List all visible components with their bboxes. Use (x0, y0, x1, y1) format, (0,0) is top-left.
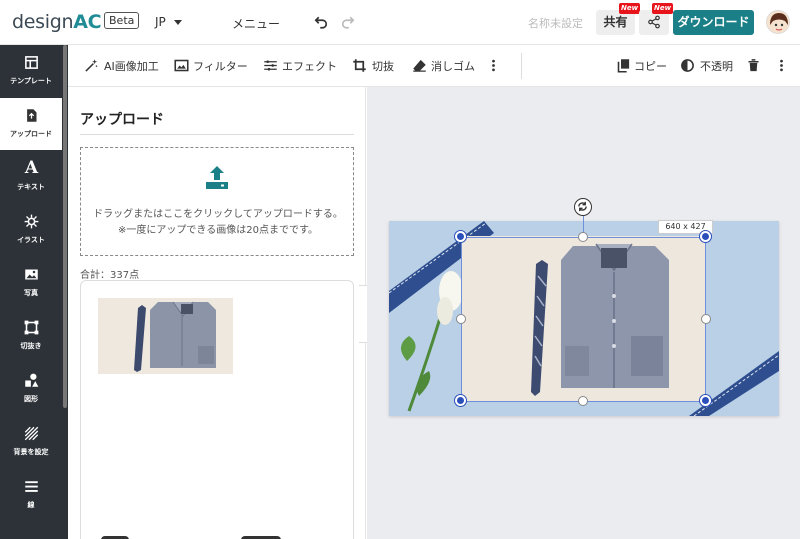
sidebar-item-label: イラスト (17, 236, 45, 244)
sidebar-item-illustration[interactable]: イラスト (0, 204, 62, 256)
resize-handle-top-right[interactable] (700, 231, 711, 242)
magic-wand-icon[interactable] (84, 58, 99, 73)
sidebar-item-label: 切抜き (20, 342, 42, 350)
copy-icon[interactable] (616, 58, 631, 73)
upload-icon (206, 166, 228, 189)
resize-handle-top-left[interactable] (455, 231, 466, 242)
sliders-icon[interactable] (263, 58, 278, 73)
upload-panel: アップロード ドラッグまたはここをクリックしてアップロードする。※一度にアップで… (68, 87, 366, 539)
language-selector[interactable]: JP (155, 15, 166, 29)
illustration-icon (24, 214, 39, 229)
sidebar-scrollbar[interactable] (63, 45, 67, 408)
sidebar-item-background[interactable]: 背景を設定 (0, 416, 62, 468)
rotate-icon (578, 201, 587, 212)
panel-title: アップロード (80, 112, 164, 128)
document-name[interactable]: 名称未設定 (528, 15, 583, 31)
resize-handle-right[interactable] (701, 314, 711, 324)
sidebar-item-crop-frame[interactable]: 切抜き (0, 310, 62, 362)
uploaded-images-gallery (80, 280, 354, 539)
sidebar-item-label: テンプレート (10, 77, 52, 85)
background-icon (24, 426, 39, 441)
template-icon (25, 56, 38, 69)
new-badge: New (619, 3, 641, 14)
sidebar-item-label: アップロード (10, 130, 52, 138)
opacity-button[interactable]: 不透明 (700, 58, 733, 74)
sidebar-item-label: 写真 (24, 289, 38, 297)
sidebar-item-label: テキスト (17, 183, 45, 191)
dropzone-instructions: ドラッグまたはここをクリックしてアップロードする。※一度にアップできる画像は20… (93, 209, 343, 236)
more-vert-icon[interactable] (486, 58, 501, 73)
redo-icon[interactable] (339, 12, 357, 30)
text-icon: A (24, 158, 39, 178)
sidebar-item-shapes[interactable]: 図形 (0, 363, 62, 415)
sidebar-item-photo[interactable]: 写真 (0, 257, 62, 309)
image-filter-icon[interactable] (174, 58, 189, 73)
edit-toolbar: AI画像加工 フィルター エフェクト 切抜 消しゴム コピー 不透明 (68, 45, 800, 87)
resize-handle-left[interactable] (456, 314, 466, 324)
sidebar-item-label: 線 (27, 501, 35, 509)
more-vert-icon[interactable] (774, 58, 789, 73)
share-icon (648, 15, 660, 29)
crop-icon[interactable] (352, 58, 367, 73)
uploaded-image-thumbnail[interactable] (98, 298, 233, 374)
crop-frame-icon (24, 320, 39, 335)
line-icon (25, 481, 38, 492)
photo-icon (25, 269, 38, 280)
opacity-icon[interactable] (680, 58, 695, 73)
user-avatar-icon (767, 11, 789, 33)
avatar[interactable] (766, 10, 790, 34)
eraser-button[interactable]: 消しゴム (431, 58, 475, 74)
app-logo[interactable]: designAC (12, 11, 102, 33)
eraser-icon[interactable] (412, 58, 427, 73)
upload-file-icon (27, 109, 37, 122)
resize-handle-bottom[interactable] (578, 396, 588, 406)
menu-button[interactable]: メニュー (232, 15, 280, 32)
undo-icon[interactable] (312, 12, 330, 30)
sidebar-item-line[interactable]: 線 (0, 469, 62, 521)
upload-count: 合計：337点 (80, 270, 140, 281)
resize-handle-bottom-right[interactable] (700, 395, 711, 406)
resize-handle-top[interactable] (578, 232, 588, 242)
crop-button[interactable]: 切抜 (372, 58, 394, 74)
upload-dropzone[interactable]: ドラッグまたはここをクリックしてアップロードする。※一度にアップできる画像は20… (80, 147, 354, 256)
toolbar-divider (521, 53, 522, 79)
logo-text: design (12, 11, 74, 33)
selection-frame (461, 237, 706, 402)
rotate-handle[interactable] (574, 198, 592, 216)
effect-button[interactable]: エフェクト (282, 58, 337, 74)
download-button[interactable]: ダウンロード (673, 10, 754, 35)
sidebar-item-label: 背景を設定 (13, 448, 49, 456)
sidebar-item-label: 図形 (24, 395, 38, 403)
top-bar: designAC Beta JP メニュー 名称未設定 共有 New New ダ… (0, 0, 800, 45)
canvas-workspace: 640 x 427 (367, 87, 800, 539)
logo-accent: AC (73, 11, 102, 33)
shirt-photo-thumbnail (98, 298, 233, 374)
resize-handle-bottom-left[interactable] (455, 395, 466, 406)
ai-edit-button[interactable]: AI画像加工 (104, 58, 159, 74)
beta-badge: Beta (104, 12, 140, 29)
shapes-icon (25, 373, 39, 387)
chevron-down-icon[interactable] (174, 20, 182, 25)
sidebar-item-text[interactable]: A テキスト (0, 151, 62, 203)
sidebar-item-template[interactable]: テンプレート (0, 45, 62, 97)
copy-button[interactable]: コピー (634, 58, 667, 74)
sidebar-item-upload[interactable]: アップロード (0, 98, 62, 150)
trash-icon[interactable] (746, 58, 761, 73)
filter-button[interactable]: フィルター (193, 58, 248, 74)
new-badge: New (652, 3, 674, 14)
divider (80, 134, 354, 135)
